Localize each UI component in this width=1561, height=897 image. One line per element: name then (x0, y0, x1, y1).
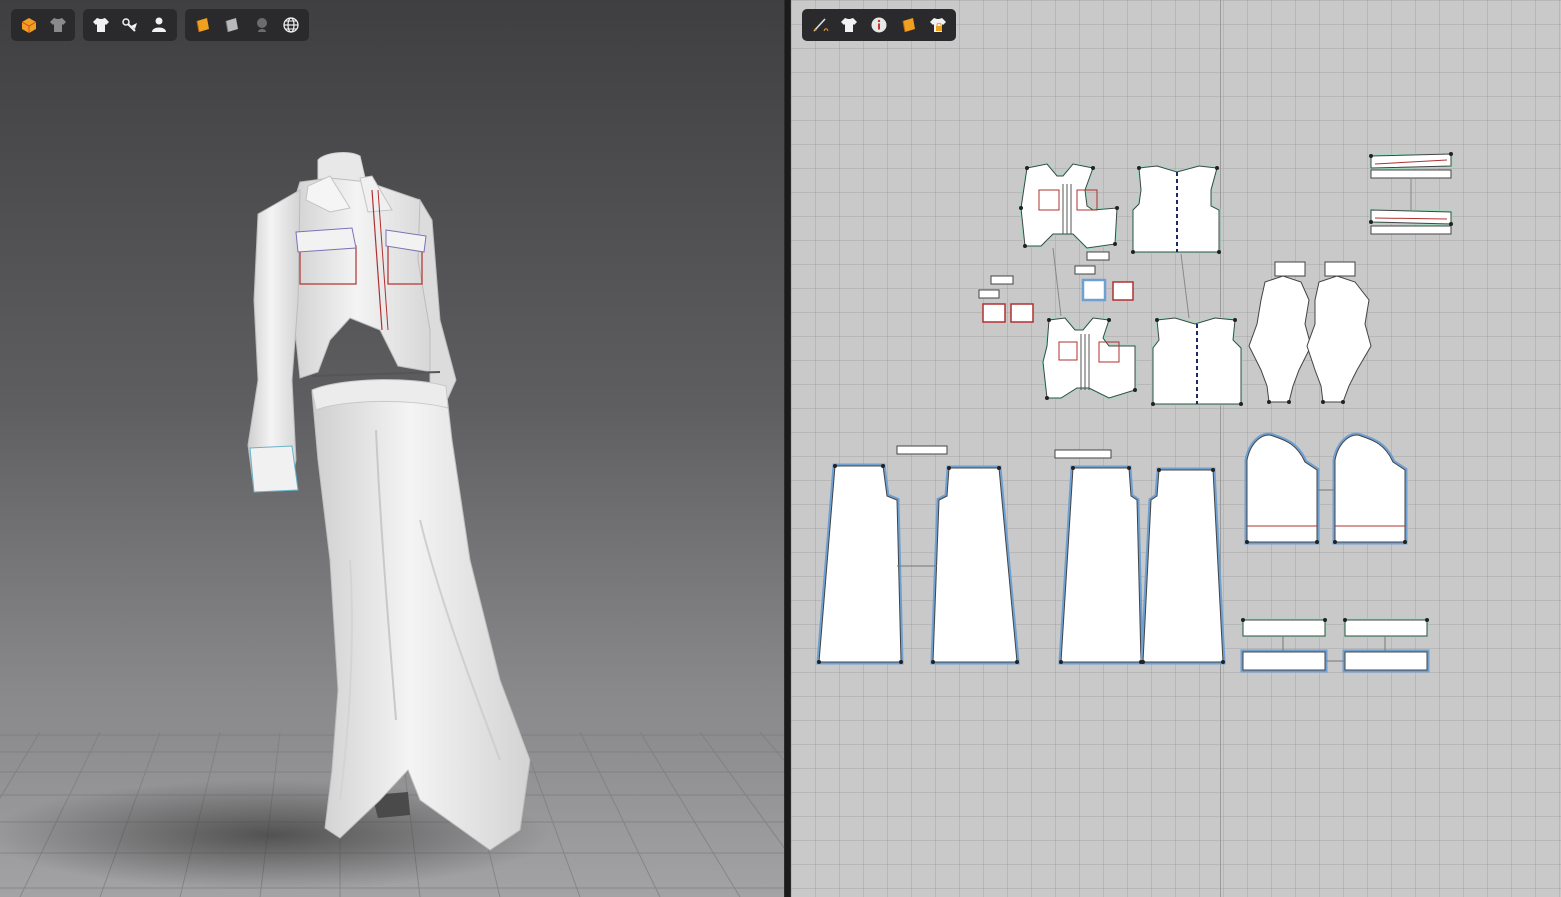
pattern-piece-small-parts[interactable] (978, 251, 1134, 323)
pattern-piece-collar-stand-1[interactable] (1274, 261, 1306, 277)
show-avatar-icon[interactable] (146, 12, 173, 38)
pattern-piece-collar-stand-2[interactable] (1324, 261, 1356, 277)
3d-scene (0, 152, 784, 897)
garment-display-icon[interactable] (44, 12, 71, 38)
show-pins-icon[interactable] (116, 12, 143, 38)
pattern-piece-trouser-right-pair[interactable] (1054, 449, 1226, 665)
toolbar-3d-group-2 (83, 9, 177, 41)
texture-surface-icon[interactable] (189, 12, 217, 38)
pen-icon[interactable] (806, 12, 834, 38)
ghost-avatar-icon[interactable] (248, 12, 276, 38)
texture-icon[interactable] (895, 12, 923, 38)
toolbar-3d-group-3 (185, 9, 309, 41)
pattern-piece-pocket-bags[interactable] (1244, 432, 1408, 545)
pattern-piece-waistbands[interactable] (1240, 618, 1430, 673)
toolbar-3d-group-1 (11, 9, 75, 41)
pattern-piece-cuffs[interactable] (1369, 152, 1453, 235)
garment-icon[interactable] (836, 12, 864, 38)
avatar-display-icon[interactable] (15, 12, 42, 38)
viewport-splitter[interactable] (784, 0, 791, 897)
show-garment-icon[interactable] (87, 12, 114, 38)
2d-pattern-viewport[interactable] (791, 0, 1561, 897)
pattern-piece-sleeves[interactable] (1248, 275, 1372, 403)
pattern-piece-trouser-left-pair[interactable] (816, 445, 1020, 665)
shaded-surface-icon[interactable] (219, 12, 247, 38)
pattern-piece-front-lower[interactable] (1041, 316, 1137, 400)
pattern-piece-front-upper[interactable] (1019, 162, 1119, 250)
mesh-globe-icon[interactable] (278, 12, 306, 38)
3d-viewport[interactable] (0, 0, 784, 897)
pattern-piece-back-lower[interactable] (1151, 316, 1243, 406)
pattern-piece-back-upper[interactable] (1131, 164, 1221, 254)
toolbar-2d (802, 9, 956, 41)
pattern-layout (816, 152, 1453, 673)
lock-garment-icon[interactable] (924, 12, 952, 38)
info-icon[interactable] (865, 12, 893, 38)
